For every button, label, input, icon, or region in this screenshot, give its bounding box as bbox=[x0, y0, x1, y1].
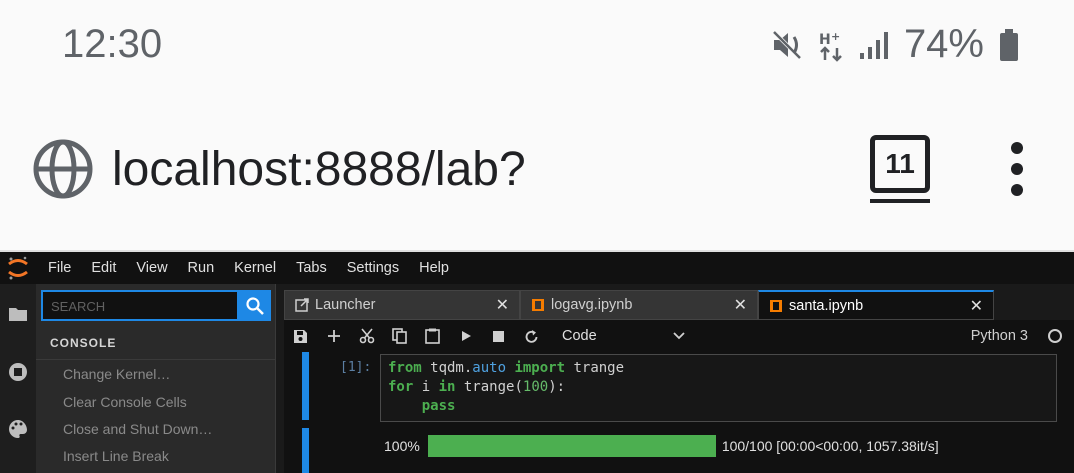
command-item[interactable]: Insert Line Break bbox=[63, 448, 169, 464]
menu-run[interactable]: Run bbox=[188, 260, 215, 276]
menu-edit[interactable]: Edit bbox=[91, 260, 116, 276]
tab-label: Launcher bbox=[315, 297, 376, 313]
output-cell-marker bbox=[302, 428, 309, 473]
more-options-icon[interactable] bbox=[1006, 142, 1028, 198]
progress-percent: 100% bbox=[384, 438, 420, 454]
close-icon[interactable]: ✕ bbox=[734, 295, 747, 315]
close-icon[interactable]: ✕ bbox=[970, 296, 983, 316]
status-icons: H + 74% bbox=[770, 22, 1020, 67]
running-icon[interactable] bbox=[8, 362, 28, 382]
tab-count: 11 bbox=[885, 148, 915, 179]
section-title: CONSOLE bbox=[50, 336, 117, 350]
run-icon[interactable] bbox=[449, 320, 482, 352]
globe-icon[interactable] bbox=[32, 138, 94, 200]
notebook-toolbar: Code Python 3 bbox=[284, 320, 1074, 352]
tab-switcher-button[interactable]: 11 bbox=[870, 135, 930, 193]
restart-icon[interactable] bbox=[515, 320, 548, 352]
command-item[interactable]: Clear Console Cells bbox=[63, 394, 187, 410]
command-search-input[interactable]: SEARCH bbox=[41, 290, 239, 321]
kernel-name[interactable]: Python 3 bbox=[971, 328, 1028, 344]
main-area: Launcher ✕ logavg.ipynb ✕ santa.ipynb ✕ bbox=[276, 284, 1074, 473]
svg-text:H: H bbox=[819, 32, 831, 48]
folder-icon[interactable] bbox=[8, 304, 28, 324]
menu-kernel[interactable]: Kernel bbox=[234, 260, 276, 276]
code-line: pass bbox=[421, 398, 456, 414]
menu-bar: File Edit View Run Kernel Tabs Settings … bbox=[0, 252, 1074, 284]
command-item[interactable]: Change Kernel… bbox=[63, 366, 170, 382]
palette-icon[interactable] bbox=[8, 419, 28, 439]
battery-icon bbox=[1000, 28, 1018, 61]
code-line: for i in trange(100): bbox=[388, 379, 566, 395]
command-palette: SEARCH CONSOLE Change Kernel… Clear Cons… bbox=[36, 284, 276, 473]
jupyter-logo-icon bbox=[0, 252, 36, 284]
mute-icon bbox=[772, 30, 802, 59]
tab-santa[interactable]: santa.ipynb ✕ bbox=[758, 290, 994, 320]
command-item[interactable]: Close and Shut Down… bbox=[63, 421, 212, 437]
jupyterlab: File Edit View Run Kernel Tabs Settings … bbox=[0, 252, 1074, 473]
progress-output: 100% 100/100 [00:00<00:00, 1057.38it/s] bbox=[384, 435, 939, 457]
hplus-data-icon: H + bbox=[819, 30, 842, 62]
signal-icon bbox=[859, 31, 888, 59]
tab-label: santa.ipynb bbox=[789, 297, 864, 314]
add-cell-icon[interactable] bbox=[317, 320, 350, 352]
menu-help[interactable]: Help bbox=[419, 260, 449, 276]
url-field[interactable]: localhost:8888/lab? bbox=[112, 142, 526, 197]
section-divider bbox=[36, 359, 276, 360]
stop-icon[interactable] bbox=[482, 320, 515, 352]
svg-text:+: + bbox=[831, 30, 840, 43]
cell-type-select[interactable]: Code bbox=[562, 328, 682, 344]
code-editor[interactable]: from tqdm.auto import trange for i in tra… bbox=[380, 354, 1057, 422]
menu-settings[interactable]: Settings bbox=[347, 260, 399, 276]
progress-stats: 100/100 [00:00<00:00, 1057.38it/s] bbox=[721, 438, 939, 454]
tab-label: logavg.ipynb bbox=[551, 297, 633, 313]
left-activity-bar bbox=[0, 284, 36, 473]
chevron-down-icon[interactable] bbox=[672, 331, 686, 341]
progress-bar bbox=[427, 435, 716, 457]
copy-icon[interactable] bbox=[383, 320, 416, 352]
kernel-status-icon bbox=[1048, 329, 1062, 343]
tab-launcher[interactable]: Launcher ✕ bbox=[284, 290, 520, 320]
tab-logavg[interactable]: logavg.ipynb ✕ bbox=[520, 290, 758, 320]
code-line: from tqdm.auto import trange bbox=[388, 360, 625, 376]
menu-view[interactable]: View bbox=[136, 260, 167, 276]
cut-icon[interactable] bbox=[350, 320, 383, 352]
battery-percent: 74% bbox=[903, 22, 984, 66]
search-icon[interactable] bbox=[239, 290, 271, 321]
launcher-icon bbox=[295, 298, 309, 312]
close-icon[interactable]: ✕ bbox=[496, 295, 509, 315]
status-bar: 12:30 H + 74% bbox=[0, 0, 1074, 90]
browser-toolbar: localhost:8888/lab? 11 bbox=[0, 90, 1074, 250]
notebook-panel: [1]: from tqdm.auto import trange for i i… bbox=[284, 352, 1074, 473]
menu-file[interactable]: File bbox=[48, 260, 71, 276]
save-icon[interactable] bbox=[284, 320, 317, 352]
input-prompt: [1]: bbox=[340, 360, 372, 375]
notebook-icon bbox=[532, 299, 544, 311]
menu-tabs[interactable]: Tabs bbox=[296, 260, 327, 276]
notebook-icon bbox=[770, 299, 782, 312]
tab-switcher-underline bbox=[870, 199, 930, 203]
document-tabs: Launcher ✕ logavg.ipynb ✕ santa.ipynb ✕ bbox=[284, 290, 1074, 320]
cell-type-value: Code bbox=[562, 328, 597, 344]
clock: 12:30 bbox=[62, 22, 163, 66]
active-cell-marker bbox=[302, 352, 309, 420]
paste-icon[interactable] bbox=[416, 320, 449, 352]
